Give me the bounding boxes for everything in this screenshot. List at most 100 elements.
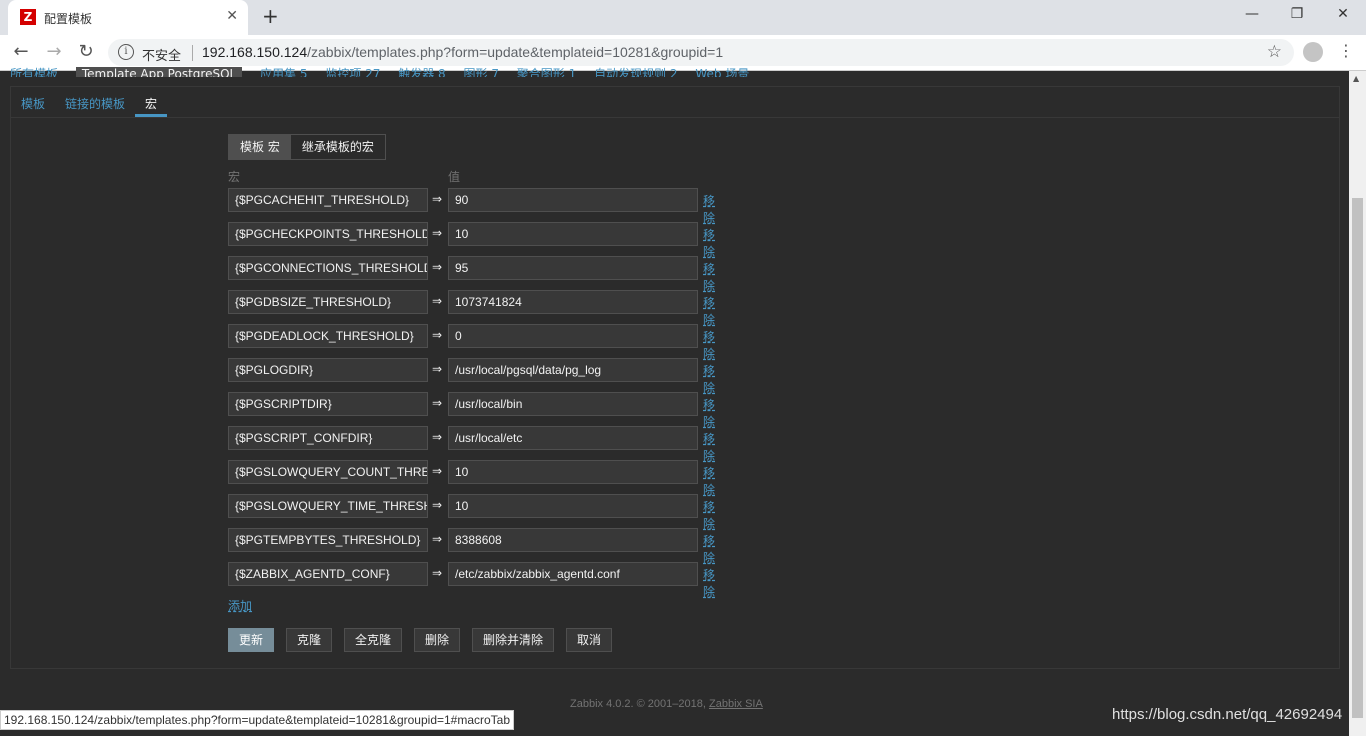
remove-link[interactable]: 移除: [703, 362, 715, 396]
zabbix-app: 所有模板 Template App PostgreSQL 应用集 5 监控项 2…: [0, 67, 1366, 736]
breadcrumb-template-name[interactable]: Template App PostgreSQL: [75, 67, 243, 77]
breadcrumb-screens[interactable]: 聚合图形 1: [517, 67, 576, 77]
delete-button[interactable]: 删除: [414, 628, 461, 652]
macro-value-input[interactable]: 1073741824: [448, 290, 698, 314]
minimize-icon[interactable]: —: [1242, 6, 1262, 22]
restore-icon[interactable]: ❐: [1287, 6, 1307, 22]
breadcrumb-discovery-rules[interactable]: 自动发现规则 2: [594, 67, 677, 77]
tab-macros[interactable]: 宏: [145, 95, 157, 112]
tab-linked-templates[interactable]: 链接的模板: [65, 95, 125, 112]
arrow-icon: ⇒: [432, 362, 443, 376]
url-path: /zabbix/templates.php?form=update&templa…: [307, 44, 724, 60]
footer-link[interactable]: Zabbix SIA: [709, 698, 763, 710]
scroll-up-icon[interactable]: ▲: [1353, 74, 1359, 83]
tab-close-icon[interactable]: ✕: [226, 8, 238, 24]
macro-value-input[interactable]: 10: [448, 222, 698, 246]
macro-value-input[interactable]: 0: [448, 324, 698, 348]
cancel-button[interactable]: 取消: [566, 628, 613, 652]
remove-link[interactable]: 移除: [703, 498, 715, 532]
macro-name-input[interactable]: {$ZABBIX_AGENTD_CONF}: [228, 562, 428, 586]
macro-name-input[interactable]: {$PGLOGDIR}: [228, 358, 428, 382]
macro-name-input[interactable]: {$PGSLOWQUERY_TIME_THRESHOLD}: [228, 494, 428, 518]
clone-button[interactable]: 克隆: [286, 628, 333, 652]
remove-link[interactable]: 移除: [703, 430, 715, 464]
subtab-inherited-macros[interactable]: 继承模板的宏: [291, 135, 385, 159]
remove-link[interactable]: 移除: [703, 226, 715, 260]
breadcrumb-web-scenarios[interactable]: Web 场景: [695, 67, 749, 77]
remove-link[interactable]: 移除: [703, 192, 715, 226]
macro-value-input[interactable]: 95: [448, 256, 698, 280]
footer-text: Zabbix 4.0.2. © 2001–2018,: [570, 698, 706, 710]
remove-link[interactable]: 移除: [703, 532, 715, 566]
bookmark-star-icon[interactable]: ☆: [1267, 42, 1282, 62]
arrow-icon: ⇒: [432, 260, 443, 274]
add-macro-link[interactable]: 添加: [228, 597, 252, 614]
url-text[interactable]: 192.168.150.124/zabbix/templates.php?for…: [202, 44, 723, 60]
arrow-icon: ⇒: [432, 192, 443, 206]
remove-link[interactable]: 移除: [703, 294, 715, 328]
arrow-icon: ⇒: [432, 396, 443, 410]
macro-value-input[interactable]: /usr/local/pgsql/data/pg_log: [448, 358, 698, 382]
browser-tab[interactable]: Z 配置模板 ✕: [8, 0, 248, 35]
update-button[interactable]: 更新: [228, 628, 275, 652]
macro-value-input[interactable]: /etc/zabbix/zabbix_agentd.conf: [448, 562, 698, 586]
remove-link[interactable]: 移除: [703, 260, 715, 294]
page-scrollbar[interactable]: ▲: [1349, 71, 1366, 736]
back-icon[interactable]: ←: [10, 41, 32, 62]
reload-icon[interactable]: ↻: [75, 41, 97, 62]
macro-value-input[interactable]: 8388608: [448, 528, 698, 552]
macro-value-input[interactable]: 10: [448, 460, 698, 484]
macro-name-input[interactable]: {$PGSCRIPT_CONFDIR}: [228, 426, 428, 450]
macro-value-input[interactable]: 10: [448, 494, 698, 518]
macro-name-input[interactable]: {$PGTEMPBYTES_THRESHOLD}: [228, 528, 428, 552]
remove-link[interactable]: 移除: [703, 396, 715, 430]
browser-menu-icon[interactable]: ⋮: [1338, 41, 1354, 60]
remove-link[interactable]: 移除: [703, 464, 715, 498]
tab-template[interactable]: 模板: [21, 95, 45, 112]
arrow-icon: ⇒: [432, 498, 443, 512]
forward-icon[interactable]: →: [43, 41, 65, 62]
arrow-icon: ⇒: [432, 464, 443, 478]
window-close-icon[interactable]: ✕: [1333, 6, 1353, 22]
breadcrumb-items[interactable]: 监控项 27: [325, 67, 380, 77]
macro-name-input[interactable]: {$PGSCRIPTDIR}: [228, 392, 428, 416]
browser-tab-strip: Z 配置模板 ✕ + — ❐ ✕: [0, 0, 1366, 35]
full-clone-button[interactable]: 全克隆: [344, 628, 403, 652]
scroll-thumb[interactable]: [1352, 198, 1363, 718]
arrow-icon: ⇒: [432, 566, 443, 580]
macro-name-input[interactable]: {$PGDBSIZE_THRESHOLD}: [228, 290, 428, 314]
breadcrumb-graphs[interactable]: 图形 7: [464, 67, 499, 77]
status-bar-url: 192.168.150.124/zabbix/templates.php?for…: [0, 710, 515, 730]
macro-value-input[interactable]: /usr/local/bin: [448, 392, 698, 416]
subtab-template-macros[interactable]: 模板 宏: [229, 135, 291, 159]
remove-link[interactable]: 移除: [703, 328, 715, 362]
zabbix-favicon-icon: Z: [20, 9, 36, 25]
macro-name-input[interactable]: {$PGSLOWQUERY_COUNT_THRESHOLD}: [228, 460, 428, 484]
column-header-macro: 宏: [228, 170, 241, 184]
column-header-value: 值: [448, 170, 461, 184]
info-icon[interactable]: i: [118, 44, 134, 60]
breadcrumb-applications[interactable]: 应用集 5: [260, 67, 307, 77]
macro-name-input[interactable]: {$PGCHECKPOINTS_THRESHOLD}: [228, 222, 428, 246]
footer: Zabbix 4.0.2. © 2001–2018, Zabbix SIA: [570, 698, 763, 710]
new-tab-icon[interactable]: +: [262, 4, 279, 28]
delete-and-clear-button[interactable]: 删除并清除: [472, 628, 555, 652]
macro-name-input[interactable]: {$PGCONNECTIONS_THRESHOLD}: [228, 256, 428, 280]
watermark: https://blog.csdn.net/qq_42692494: [1112, 706, 1343, 723]
macro-name-input[interactable]: {$PGDEADLOCK_THRESHOLD}: [228, 324, 428, 348]
arrow-icon: ⇒: [432, 430, 443, 444]
remove-link[interactable]: 移除: [703, 566, 715, 600]
url-host: 192.168.150.124: [202, 44, 308, 60]
macro-name-input[interactable]: {$PGCACHEHIT_THRESHOLD}: [228, 188, 428, 212]
tab-title: 配置模板: [44, 12, 93, 26]
insecure-label: 不安全: [142, 49, 182, 64]
omnibox-separator: [192, 45, 193, 61]
breadcrumb-all-templates[interactable]: 所有模板: [10, 67, 58, 77]
breadcrumb-triggers[interactable]: 触发器 8: [398, 67, 445, 77]
template-form-panel: 模板 链接的模板 宏 模板 宏 继承模板的宏 宏 值 {$PGCACHEHIT_…: [10, 86, 1340, 669]
macro-value-input[interactable]: /usr/local/etc: [448, 426, 698, 450]
breadcrumb: 所有模板 Template App PostgreSQL 应用集 5 监控项 2…: [10, 65, 763, 77]
omnibox[interactable]: i 不安全 192.168.150.124/zabbix/templates.p…: [108, 39, 1294, 66]
profile-avatar[interactable]: [1303, 42, 1323, 62]
macro-value-input[interactable]: 90: [448, 188, 698, 212]
